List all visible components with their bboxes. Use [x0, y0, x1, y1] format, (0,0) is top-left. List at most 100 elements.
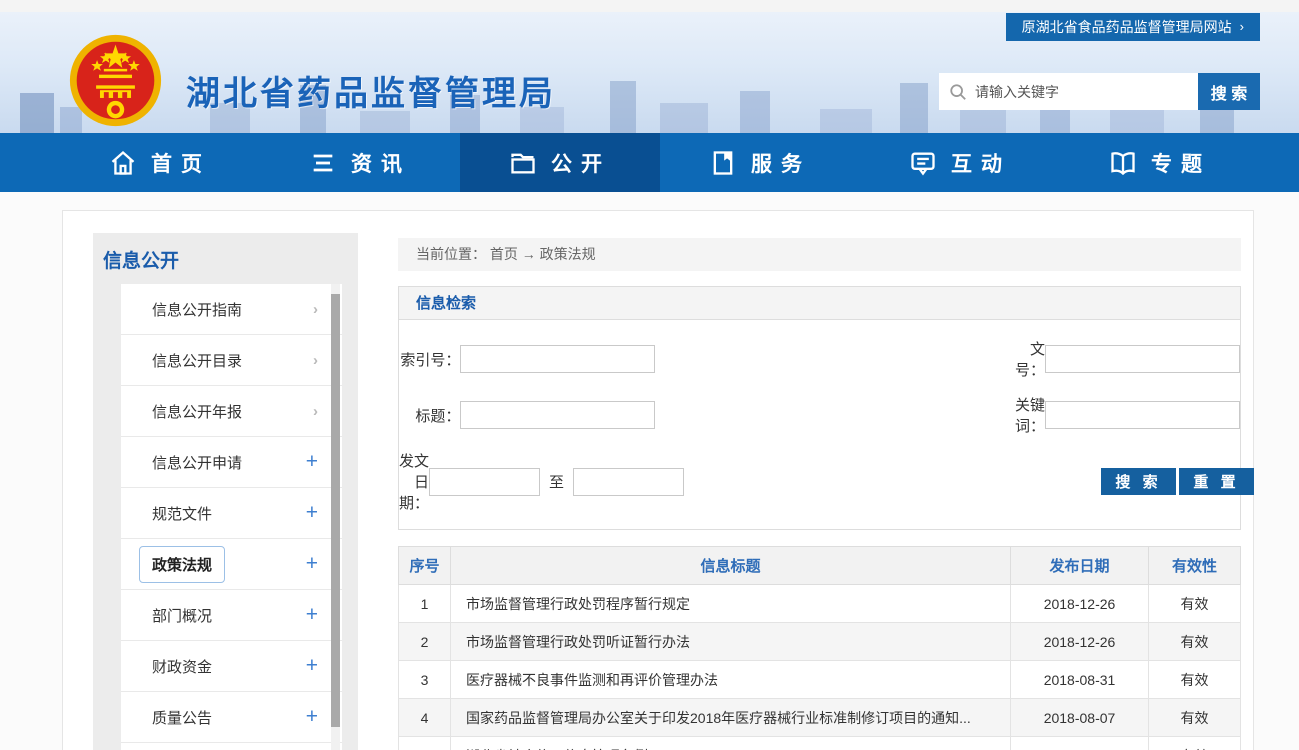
row-title-link[interactable]: 市场监督管理行政处罚听证暂行办法: [451, 623, 1011, 661]
sidebar-item-annual-report[interactable]: 信息公开年报 ›: [121, 386, 342, 437]
keyword-input[interactable]: [1045, 401, 1240, 429]
chat-icon: [909, 149, 937, 177]
site-title: 湖北省药品监督管理局: [186, 66, 556, 115]
row-status: 有效: [1149, 737, 1241, 750]
reset-button[interactable]: 重 置: [1179, 468, 1254, 495]
title-input[interactable]: [460, 401, 655, 429]
nav-label: 公开: [551, 148, 611, 178]
index-number-input[interactable]: [460, 345, 655, 373]
row-no: 5: [399, 737, 451, 750]
sidebar-scrollbar-thumb[interactable]: [331, 294, 340, 727]
title-label: 标题：: [399, 405, 460, 426]
row-no: 3: [399, 661, 451, 699]
breadcrumb-home-link[interactable]: 首页: [490, 246, 518, 262]
col-header-date: 发布日期: [1011, 547, 1149, 585]
sidebar-item-policies[interactable]: 政策法规 +: [121, 539, 342, 590]
row-date: 2018-12-26: [1011, 623, 1149, 661]
header-search: 搜 索: [939, 73, 1260, 110]
breadcrumb-current: 政策法规: [540, 246, 596, 262]
nav-item-interact[interactable]: 互动: [860, 133, 1060, 192]
row-date: 2018-06-15: [1011, 737, 1149, 750]
sidebar-item-quality[interactable]: 质量公告 +: [121, 692, 342, 743]
plus-icon: +: [306, 501, 318, 525]
chevron-right-icon: ›: [313, 301, 318, 318]
nav-label: 互动: [951, 148, 1011, 178]
chevron-right-icon: ›: [1240, 13, 1244, 41]
col-header-no: 序号: [399, 547, 451, 585]
folder-icon: [509, 149, 537, 177]
date-to-input[interactable]: [573, 468, 684, 496]
sidebar-item-normative-docs[interactable]: 规范文件 +: [121, 488, 342, 539]
plus-icon: +: [306, 552, 318, 576]
row-no: 1: [399, 585, 451, 623]
header-search-button[interactable]: 搜 索: [1198, 73, 1260, 110]
nav-item-news[interactable]: 资讯: [260, 133, 460, 192]
col-header-status: 有效性: [1149, 547, 1241, 585]
info-search-title: 信息检索: [399, 287, 1240, 320]
sidebar-item-label: 政策法规: [152, 546, 306, 583]
nav-label: 首页: [151, 148, 211, 178]
row-title-link[interactable]: 市场监督管理行政处罚程序暂行规定: [451, 585, 1011, 623]
header-search-input[interactable]: [975, 84, 1188, 100]
table-row: 4 国家药品监督管理局办公室关于印发2018年医疗器械行业标准制修订项目的通知.…: [399, 699, 1241, 737]
nav-item-home[interactable]: 首页: [60, 133, 260, 192]
table-row: 2 市场监督管理行政处罚听证暂行办法 2018-12-26 有效: [399, 623, 1241, 661]
table-row: 3 医疗器械不良事件监测和再评价管理办法 2018-08-31 有效: [399, 661, 1241, 699]
row-title-link[interactable]: 医疗器械不良事件监测和再评价管理办法: [451, 661, 1011, 699]
keyword-label: 关键词：: [1007, 394, 1045, 436]
old-site-link[interactable]: 原湖北省食品药品监督管理局网站 ›: [1006, 13, 1260, 41]
row-title-link[interactable]: 湖北省社会信用信息管理条例: [451, 737, 1011, 750]
results-table: 序号 信息标题 发布日期 有效性 1 市场监督管理行政处罚程序暂行规定 2018…: [398, 546, 1241, 750]
sidebar-panel: 信息公开指南 › 信息公开目录 › 信息公开年报 › 信息公开申请 + 规范文件…: [121, 284, 342, 750]
doc-number-label: 文号：: [1007, 338, 1045, 380]
table-row: 5 湖北省社会信用信息管理条例 2018-06-15 有效: [399, 737, 1241, 750]
date-from-input[interactable]: [429, 468, 540, 496]
plus-icon: +: [306, 603, 318, 627]
main-content: 当前位置： 首页 → 政策法规 信息检索 索引号： 文号： 标题： 关键词：: [398, 233, 1241, 750]
nav-item-service[interactable]: 服务: [660, 133, 860, 192]
sidebar-item-label: 信息公开申请: [152, 452, 306, 473]
plus-icon: +: [306, 654, 318, 678]
sidebar-item-finance[interactable]: 财政资金 +: [121, 641, 342, 692]
sidebar-title: 信息公开: [93, 233, 358, 284]
national-emblem-logo: [66, 32, 165, 129]
main-nav: 首页 资讯 公开 服务 互动 专题: [0, 133, 1299, 192]
row-date: 2018-08-07: [1011, 699, 1149, 737]
col-header-title: 信息标题: [451, 547, 1011, 585]
chevron-right-icon: ›: [313, 403, 318, 420]
old-site-link-label: 原湖北省食品药品监督管理局网站: [1022, 13, 1232, 41]
nav-label: 服务: [751, 148, 811, 178]
book-icon: [709, 149, 737, 177]
doc-number-input[interactable]: [1045, 345, 1240, 373]
info-search-form: 索引号： 文号： 标题： 关键词： 发文日期： 至: [399, 320, 1240, 529]
chevron-right-icon: ›: [313, 352, 318, 369]
nav-label: 资讯: [351, 148, 411, 178]
search-button[interactable]: 搜 索: [1101, 468, 1176, 495]
sidebar-item-department[interactable]: 部门概况 +: [121, 590, 342, 641]
date-to-label: 至: [549, 471, 564, 492]
table-header-row: 序号 信息标题 发布日期 有效性: [399, 547, 1241, 585]
info-search-panel: 信息检索 索引号： 文号： 标题： 关键词： 发文日期： 至: [398, 286, 1241, 530]
plus-icon: +: [306, 705, 318, 729]
sidebar-item-label: 质量公告: [152, 707, 306, 728]
sidebar-item-label: 信息公开年报: [152, 401, 313, 422]
row-title-link[interactable]: 国家药品监督管理局办公室关于印发2018年医疗器械行业标准制修订项目的通知...: [451, 699, 1011, 737]
sidebar-item-label: 信息公开指南: [152, 299, 313, 320]
sidebar-item-application[interactable]: 信息公开申请 +: [121, 437, 342, 488]
top-strip: [0, 0, 1299, 12]
row-date: 2018-08-31: [1011, 661, 1149, 699]
sidebar-item-label: 规范文件: [152, 503, 306, 524]
issue-date-label: 发文日期：: [399, 450, 429, 513]
news-icon: [309, 149, 337, 177]
sidebar-item-label: 财政资金: [152, 656, 306, 677]
open-book-icon: [1109, 149, 1137, 177]
sidebar-item-label: 部门概况: [152, 605, 306, 626]
table-row: 1 市场监督管理行政处罚程序暂行规定 2018-12-26 有效: [399, 585, 1241, 623]
sidebar-item-guide[interactable]: 信息公开指南 ›: [121, 284, 342, 335]
sidebar-item-catalog[interactable]: 信息公开目录 ›: [121, 335, 342, 386]
row-status: 有效: [1149, 661, 1241, 699]
nav-item-topics[interactable]: 专题: [1060, 133, 1260, 192]
content-card: 信息公开 信息公开指南 › 信息公开目录 › 信息公开年报 › 信息公开申请 +…: [62, 210, 1254, 750]
home-icon: [109, 149, 137, 177]
nav-item-public[interactable]: 公开: [460, 133, 660, 192]
